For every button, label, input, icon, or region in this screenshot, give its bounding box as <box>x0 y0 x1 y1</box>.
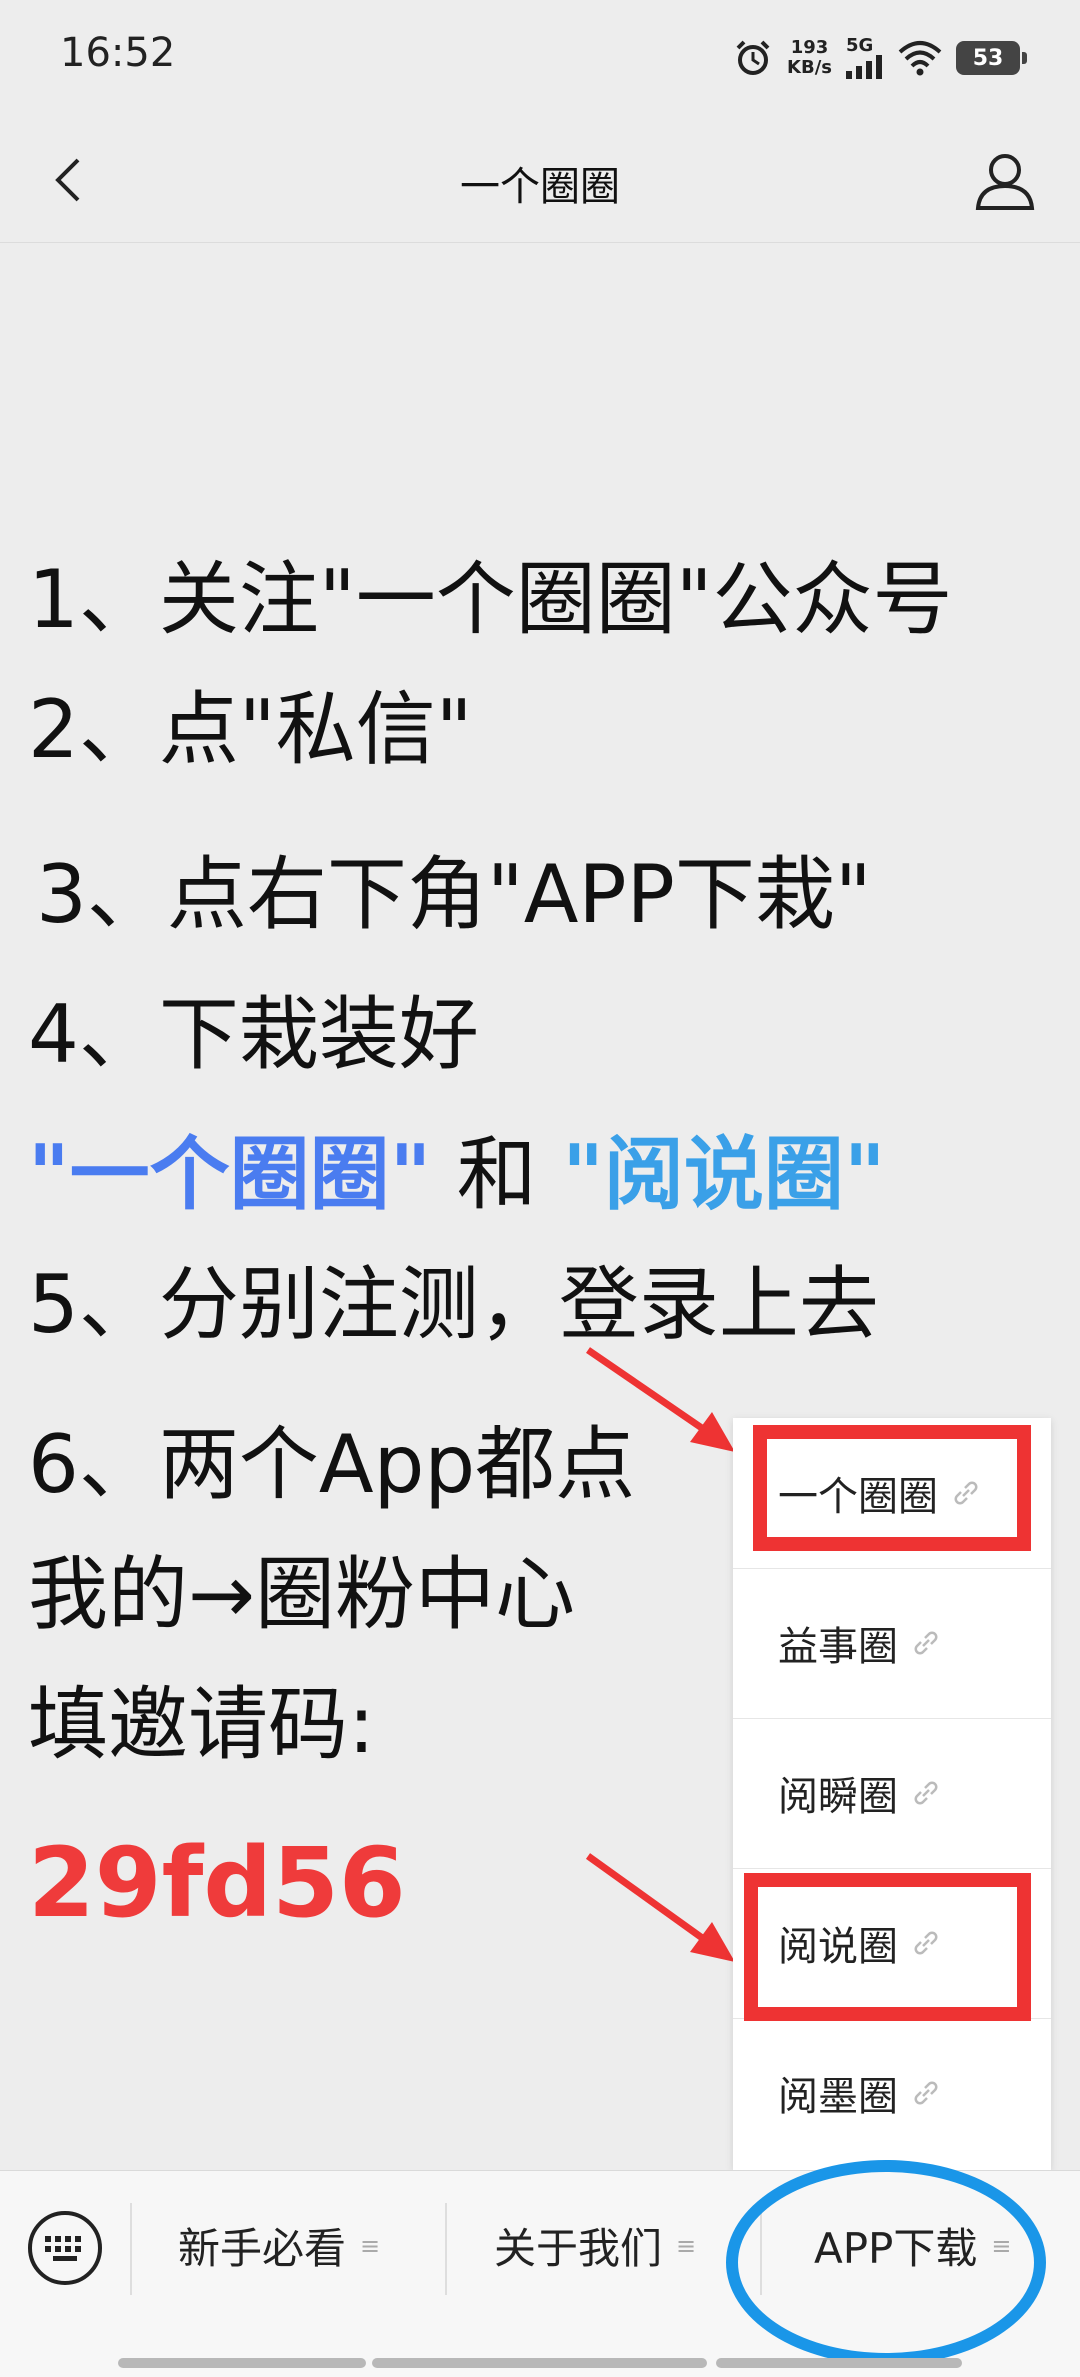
submenu-item-label: 益事圈 <box>778 1624 898 1670</box>
arrow-head-fourth-item <box>690 1922 735 1962</box>
arrow-head-first-item <box>690 1412 735 1452</box>
menu-item-newbie-guide[interactable]: 新手必看 ≡ <box>178 2215 380 2276</box>
submenu-item-yishiquan[interactable]: 益事圈 <box>733 1568 1051 1719</box>
home-indicator-segment <box>716 2358 962 2368</box>
highlight-box-fourth-item <box>744 1873 1031 2021</box>
menu-item-about-us[interactable]: 关于我们 ≡ <box>494 2215 696 2276</box>
blue-circle-annotation <box>726 2160 1046 2365</box>
arrow-to-first-item <box>586 1347 714 1438</box>
submenu-indicator-icon: ≡ <box>676 2231 697 2260</box>
menu-divider <box>130 2203 132 2295</box>
home-indicator-segment <box>372 2358 707 2368</box>
highlight-box-first-item <box>753 1425 1031 1551</box>
menu-item-label: 关于我们 <box>494 2224 663 2273</box>
submenu-indicator-icon: ≡ <box>360 2231 381 2260</box>
link-icon <box>914 1781 938 1805</box>
keyboard-toggle[interactable] <box>28 2211 102 2285</box>
menu-item-label: 新手必看 <box>178 2224 347 2273</box>
submenu-item-label: 阅瞬圈 <box>778 1774 898 1820</box>
keyboard-icon <box>45 2236 81 2261</box>
submenu-item-yueshunquan[interactable]: 阅瞬圈 <box>733 1718 1051 1869</box>
menu-divider <box>445 2203 447 2295</box>
submenu-item-yuemoquan[interactable]: 阅墨圈 <box>733 2018 1051 2168</box>
home-indicator-segment <box>118 2358 366 2368</box>
link-icon <box>914 1631 938 1655</box>
arrow-to-fourth-item <box>585 1853 715 1948</box>
link-icon <box>914 2081 938 2105</box>
submenu-item-label: 阅墨圈 <box>778 2074 898 2120</box>
